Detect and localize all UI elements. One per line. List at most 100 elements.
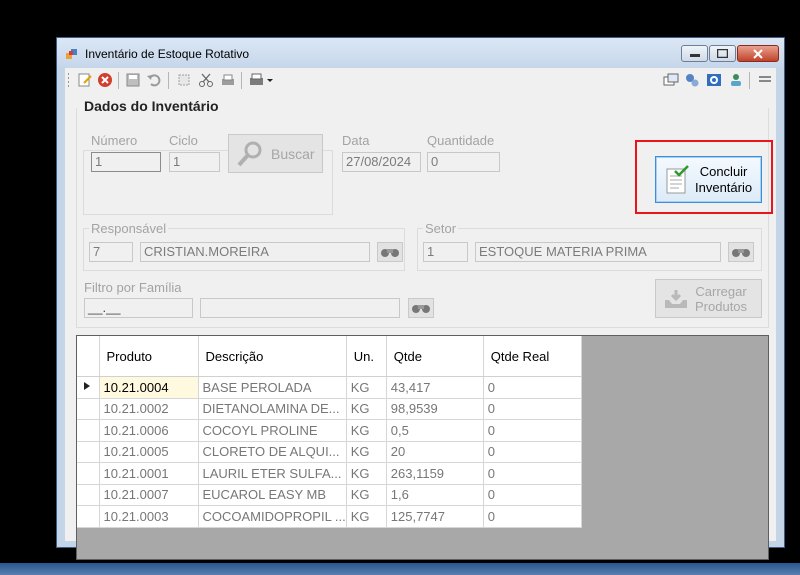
table-cell[interactable]: BASE PEROLADA xyxy=(198,376,347,399)
close-button[interactable] xyxy=(737,45,779,62)
table-row[interactable]: 10.21.0007 EUCAROL EASY MB KG 1,6 0 xyxy=(77,484,582,506)
table-cell[interactable]: DIETANOLAMINA DE... xyxy=(198,398,347,420)
print-button[interactable] xyxy=(220,72,236,88)
toolbar-separator xyxy=(118,72,119,89)
table-cell[interactable]: KG xyxy=(346,441,387,463)
table-cell[interactable]: 1,6 xyxy=(386,484,484,506)
table-cell[interactable]: 10.21.0002 xyxy=(99,398,199,420)
title-bar[interactable]: Inventário de Estoque Rotativo xyxy=(57,38,784,68)
filtro-mask-field[interactable]: __.__ xyxy=(84,298,193,318)
row-header[interactable] xyxy=(77,398,100,420)
table-cell[interactable]: 10.21.0005 xyxy=(99,441,199,463)
setor-code-field[interactable]: 1 xyxy=(423,242,468,262)
table-cell[interactable]: 0 xyxy=(483,376,582,399)
column-header[interactable]: Qtde xyxy=(386,336,484,377)
carregar-produtos-button[interactable]: Carregar Produtos xyxy=(655,279,762,318)
table-header-row: Produto Descrição Un. Qtde Qtde Real xyxy=(77,336,582,377)
minimize-button[interactable] xyxy=(681,45,708,62)
column-header[interactable]: Un. xyxy=(346,336,387,377)
table-row[interactable]: 10.21.0002 DIETANOLAMINA DE... KG 98,953… xyxy=(77,398,582,420)
responsavel-lookup-button[interactable] xyxy=(377,242,403,262)
edit-icon xyxy=(78,73,92,87)
select-button[interactable] xyxy=(176,72,192,88)
table-cell[interactable]: 0 xyxy=(483,484,582,506)
row-header[interactable] xyxy=(77,462,100,485)
table-row[interactable]: 10.21.0006 COCOYL PROLINE KG 0,5 0 xyxy=(77,419,582,442)
table-cell[interactable]: COCOYL PROLINE xyxy=(198,419,347,442)
numero-field[interactable]: 1 xyxy=(91,152,161,172)
exit-button[interactable] xyxy=(757,72,773,88)
maximize-button[interactable] xyxy=(709,45,736,62)
row-header[interactable] xyxy=(77,484,100,506)
user-button[interactable] xyxy=(728,72,744,88)
table-cell[interactable]: EUCAROL EASY MB xyxy=(198,484,347,506)
help-button[interactable] xyxy=(706,72,722,88)
row-header[interactable] xyxy=(77,505,100,528)
binoculars-icon xyxy=(381,249,399,257)
setor-lookup-button[interactable] xyxy=(728,242,754,262)
table-cell[interactable]: CLORETO DE ALQUI... xyxy=(198,441,347,463)
table-row[interactable]: 10.21.0003 COCOAMIDOPROPIL ... KG 125,77… xyxy=(77,505,582,528)
tools-button[interactable] xyxy=(198,72,214,88)
table-cell[interactable]: 0 xyxy=(483,441,582,463)
user-icon xyxy=(731,74,741,86)
close-icon xyxy=(753,48,763,59)
table-cell[interactable]: 0 xyxy=(483,419,582,442)
data-field[interactable]: 27/08/2024 xyxy=(342,152,421,172)
products-grid[interactable]: Produto Descrição Un. Qtde Qtde Real 10.… xyxy=(76,335,769,560)
settings-button[interactable] xyxy=(684,72,700,88)
column-header[interactable]: Descrição xyxy=(198,336,347,377)
row-header-corner xyxy=(77,336,100,377)
column-header[interactable]: Qtde Real xyxy=(483,336,582,377)
table-row[interactable]: 10.21.0005 CLORETO DE ALQUI... KG 20 0 xyxy=(77,441,582,463)
row-header[interactable] xyxy=(77,441,100,463)
row-header[interactable] xyxy=(77,419,100,442)
table-row[interactable]: 10.21.0001 LAURIL ETER SULFA... KG 263,1… xyxy=(77,462,582,485)
save-button[interactable] xyxy=(125,72,141,88)
filtro-desc-field[interactable] xyxy=(200,298,400,318)
filtro-lookup-button[interactable] xyxy=(408,298,434,318)
table-cell[interactable]: 98,9539 xyxy=(386,398,484,420)
setor-name-field[interactable]: ESTOQUE MATERIA PRIMA xyxy=(475,242,721,262)
quantidade-field[interactable]: 0 xyxy=(427,152,500,172)
table-cell[interactable]: KG xyxy=(346,419,387,442)
printer-dropdown[interactable] xyxy=(249,72,275,88)
table-cell[interactable]: 20 xyxy=(386,441,484,463)
row-header[interactable] xyxy=(77,376,100,399)
table-cell[interactable]: 10.21.0007 xyxy=(99,484,199,506)
toolbar-separator xyxy=(749,72,750,89)
table-cell[interactable]: 125,7747 xyxy=(386,505,484,528)
table-cell[interactable]: KG xyxy=(346,398,387,420)
column-header[interactable]: Produto xyxy=(99,336,199,377)
table-cell[interactable]: LAURIL ETER SULFA... xyxy=(198,462,347,485)
table-cell[interactable]: COCOAMIDOPROPIL ... xyxy=(198,505,347,528)
table-cell[interactable]: 43,417 xyxy=(386,376,484,399)
toolbar-grip-icon xyxy=(68,73,69,87)
buscar-button[interactable]: Buscar xyxy=(228,134,323,173)
app-window: Inventário de Estoque Rotativo Dados do … xyxy=(56,37,785,560)
cancel-button[interactable] xyxy=(97,72,113,88)
table-cell[interactable]: KG xyxy=(346,376,387,399)
table-cell[interactable]: 10.21.0001 xyxy=(99,462,199,485)
table-cell[interactable]: 0 xyxy=(483,462,582,485)
responsavel-code-field[interactable]: 7 xyxy=(89,242,133,262)
undo-button[interactable] xyxy=(146,72,162,88)
ciclo-field[interactable]: 1 xyxy=(169,152,220,172)
new-button[interactable] xyxy=(77,72,93,88)
table-cell[interactable]: KG xyxy=(346,505,387,528)
table-cell[interactable]: 10.21.0003 xyxy=(99,505,199,528)
table-cell[interactable]: 10.21.0006 xyxy=(99,419,199,442)
windows-button[interactable] xyxy=(663,72,679,88)
data-label: Data xyxy=(342,133,370,148)
table-cell[interactable]: 10.21.0004 xyxy=(99,376,199,399)
table-cell[interactable]: 263,1159 xyxy=(386,462,484,485)
responsavel-name-field[interactable]: CRISTIAN.MOREIRA xyxy=(140,242,370,262)
table-cell[interactable]: 0 xyxy=(483,505,582,528)
carregar-label-line1: Carregar xyxy=(695,283,747,299)
table-cell[interactable]: KG xyxy=(346,462,387,485)
table-cell[interactable]: KG xyxy=(346,484,387,506)
table-cell[interactable]: 0,5 xyxy=(386,419,484,442)
table-cell[interactable]: 0 xyxy=(483,398,582,420)
concluir-inventario-button[interactable]: Concluir Inventário xyxy=(655,156,762,203)
table-row[interactable]: 10.21.0004 BASE PEROLADA KG 43,417 0 xyxy=(77,376,582,399)
